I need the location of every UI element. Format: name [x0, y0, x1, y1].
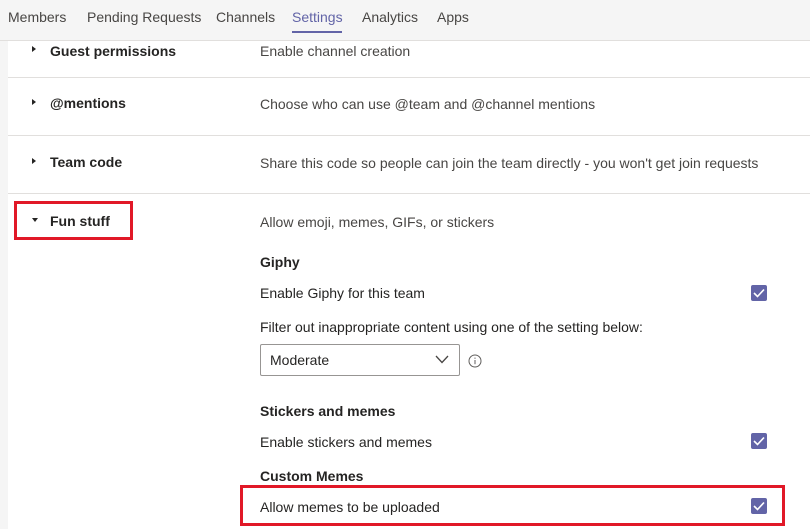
section-description: Share this code so people can join the t…: [260, 155, 759, 171]
checkmark-icon: [753, 436, 765, 446]
section-description: Enable channel creation: [260, 43, 411, 59]
section-title: Team code: [50, 154, 123, 170]
section-title: Guest permissions: [50, 43, 177, 59]
stickers-enable-label: Enable stickers and memes: [260, 434, 432, 450]
custom-memes-heading: Custom Memes: [260, 468, 364, 484]
giphy-enable-label: Enable Giphy for this team: [260, 285, 425, 301]
checkmark-icon: [753, 288, 765, 298]
caret-right-icon: [32, 158, 36, 164]
section-title: @mentions: [50, 95, 126, 111]
section-mentions[interactable]: @mentions Choose who can use @team and @…: [8, 77, 810, 136]
giphy-filter-label: Filter out inappropriate content using o…: [260, 319, 643, 335]
stickers-enable-checkbox[interactable]: [751, 433, 767, 449]
info-icon[interactable]: [468, 354, 482, 368]
tab-settings[interactable]: Settings: [292, 9, 343, 25]
caret-right-icon: [32, 99, 36, 105]
stickers-heading: Stickers and memes: [260, 403, 396, 419]
memes-upload-label: Allow memes to be uploaded: [260, 499, 440, 515]
dropdown-selected-value: Moderate: [270, 352, 330, 368]
tab-apps[interactable]: Apps: [437, 9, 469, 25]
active-tab-indicator: [292, 31, 342, 33]
section-team-code[interactable]: Team code Share this code so people can …: [8, 136, 810, 194]
section-description: Allow emoji, memes, GIFs, or stickers: [260, 214, 495, 230]
section-description: Choose who can use @team and @channel me…: [260, 96, 596, 112]
tab-members[interactable]: Members: [8, 9, 66, 25]
tab-pending-requests[interactable]: Pending Requests: [87, 9, 201, 25]
giphy-heading: Giphy: [260, 254, 300, 270]
caret-down-icon[interactable]: [32, 218, 38, 222]
settings-panel: Guest permissions Enable channel creatio…: [8, 41, 810, 529]
tab-bar: Members Pending Requests Channels Settin…: [0, 0, 810, 41]
section-title[interactable]: Fun stuff: [50, 213, 110, 229]
memes-upload-checkbox[interactable]: [751, 498, 767, 514]
caret-right-icon: [32, 46, 36, 52]
chevron-down-icon: [435, 355, 449, 364]
checkmark-icon: [753, 501, 765, 511]
section-guest-permissions[interactable]: Guest permissions Enable channel creatio…: [8, 41, 810, 78]
giphy-filter-dropdown[interactable]: Moderate: [260, 344, 460, 376]
tab-analytics[interactable]: Analytics: [362, 9, 418, 25]
tab-channels[interactable]: Channels: [216, 9, 275, 25]
giphy-enable-checkbox[interactable]: [751, 285, 767, 301]
